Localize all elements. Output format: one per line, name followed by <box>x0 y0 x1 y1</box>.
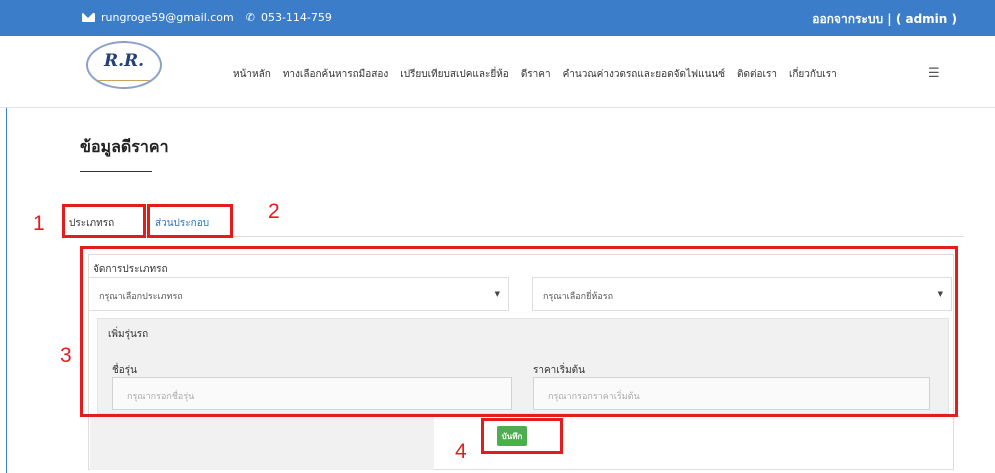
mail-icon <box>82 13 95 22</box>
contact-info: rungroge59@gmail.com ✆ 053-114-759 <box>82 11 332 24</box>
phone-icon: ✆ <box>245 11 255 24</box>
hamburger-icon[interactable]: ☰ <box>928 66 940 81</box>
main-navbar: R.R. หน้าหลัก ทางเลือกค้นหารถมือสอง เปรี… <box>0 36 995 108</box>
email-text[interactable]: rungroge59@gmail.com <box>101 11 234 24</box>
highlight-box-4 <box>481 418 563 454</box>
brand-logo[interactable]: R.R. <box>86 41 162 89</box>
logo-text: R.R. <box>103 51 145 71</box>
highlight-box-3 <box>80 246 958 417</box>
nav-item-price[interactable]: ดีราคา <box>521 67 551 82</box>
nav-item-about[interactable]: เกี่ยวกับเรา <box>789 67 837 82</box>
title-underline <box>80 171 152 172</box>
nav-item-calculator[interactable]: คำนวณค่างวดรถและยอดจัดไฟแนนซ์ <box>563 67 725 82</box>
nav-item-search[interactable]: ทางเลือกค้นหารถมือสอง <box>283 67 388 82</box>
logout-link[interactable]: ออกจากระบบ | ( admin ) <box>812 10 957 29</box>
logo-underline <box>98 75 150 81</box>
nav-item-compare[interactable]: เปรียบเทียบสเปคและยี่ห้อ <box>400 67 509 82</box>
phone-text[interactable]: 053-114-759 <box>261 11 332 24</box>
highlight-box-2 <box>147 204 233 238</box>
annotation-number-1: 1 <box>33 212 45 235</box>
nav-item-home[interactable]: หน้าหลัก <box>233 67 271 82</box>
page-title: ข้อมูลดีราคา <box>80 137 169 156</box>
panel-lower-block <box>90 414 434 470</box>
annotation-number-4: 4 <box>455 440 467 463</box>
annotation-number-3: 3 <box>60 344 72 367</box>
top-bar: rungroge59@gmail.com ✆ 053-114-759 ออกจา… <box>0 0 995 36</box>
nav-item-contact[interactable]: ติดต่อเรา <box>737 67 777 82</box>
nav-links: หน้าหลัก ทางเลือกค้นหารถมือสอง เปรียบเที… <box>233 67 837 82</box>
highlight-box-1 <box>62 204 146 238</box>
annotation-number-2: 2 <box>268 200 280 223</box>
